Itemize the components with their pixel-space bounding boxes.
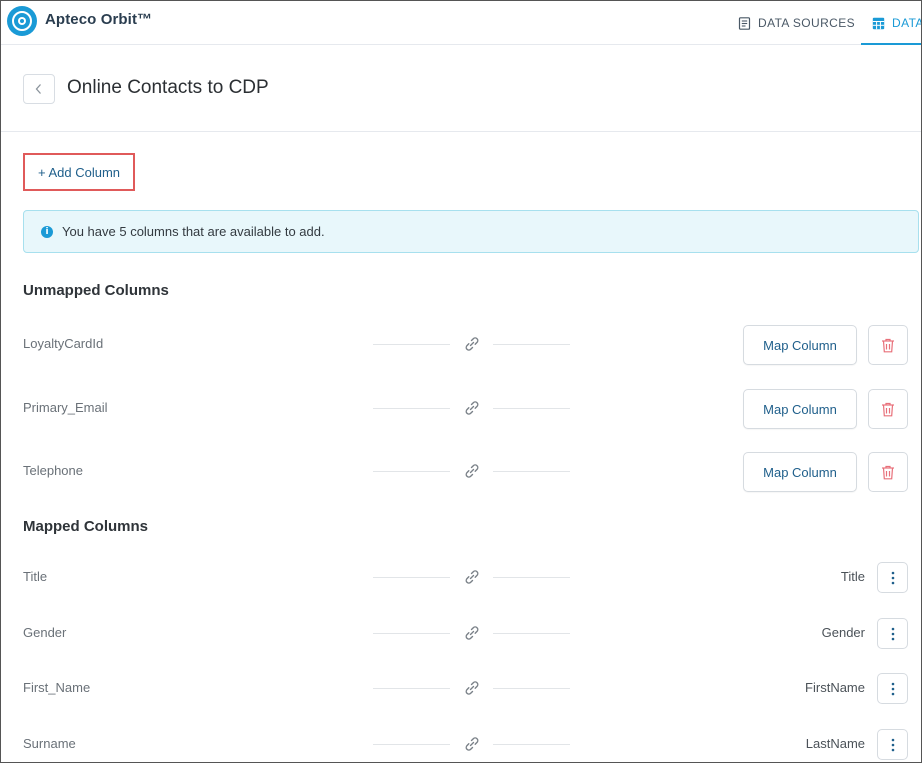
nav-data-sources[interactable]: DATA SOURCES — [738, 1, 855, 45]
map-column-button[interactable]: Map Column — [743, 452, 857, 492]
more-options-button[interactable] — [877, 562, 908, 593]
mapped-target-name: LastName — [805, 736, 865, 751]
column-name: First_Name — [23, 680, 91, 695]
column-name: Title — [23, 569, 48, 584]
column-name: Gender — [23, 625, 67, 640]
link-icon — [462, 461, 482, 481]
link-icon — [462, 734, 482, 754]
kebab-menu-icon — [891, 738, 894, 751]
highlight-box: + Add Column — [23, 153, 135, 191]
apteco-logo-icon[interactable] — [7, 6, 37, 36]
kebab-menu-icon — [891, 627, 894, 640]
connector-line — [493, 633, 570, 634]
app-title: Apteco Orbit™ — [45, 11, 153, 28]
connector-line — [493, 688, 570, 689]
mapped-target-name: Title — [840, 569, 865, 584]
more-options-button[interactable] — [877, 673, 908, 704]
connector-line — [373, 577, 450, 578]
map-column-button[interactable]: Map Column — [743, 389, 857, 429]
link-icon — [462, 678, 482, 698]
link-icon — [462, 334, 482, 354]
document-icon — [738, 16, 751, 30]
page-title: Online Contacts to CDP — [67, 77, 269, 98]
connector-line — [493, 471, 570, 472]
connector-line — [493, 408, 570, 409]
connector-line — [493, 344, 570, 345]
mapped-columns-heading: Mapped Columns — [23, 518, 149, 535]
map-column-button[interactable]: Map Column — [743, 325, 857, 365]
more-options-button[interactable] — [877, 618, 908, 649]
connector-line — [373, 344, 450, 345]
unmapped-columns-heading: Unmapped Columns — [23, 282, 169, 299]
column-name: Surname — [23, 736, 76, 751]
connector-line — [373, 688, 450, 689]
info-alert: i You have 5 columns that are available … — [23, 210, 919, 253]
column-name: Telephone — [23, 463, 83, 478]
alert-message: You have 5 columns that are available to… — [62, 224, 325, 239]
link-icon — [462, 398, 482, 418]
nav-data-label: DATA — [892, 16, 922, 30]
link-icon — [462, 567, 482, 587]
kebab-menu-icon — [891, 682, 894, 695]
top-nav-bar: Apteco Orbit™ DATA SOURCES DATA — [1, 1, 922, 45]
active-tab-indicator — [861, 43, 921, 45]
link-icon — [462, 623, 482, 643]
column-name: Primary_Email — [23, 400, 108, 415]
delete-button[interactable] — [868, 389, 908, 429]
connector-line — [373, 633, 450, 634]
chevron-left-icon — [35, 84, 41, 94]
table-icon — [872, 17, 885, 29]
mapped-target-name: FirstName — [805, 680, 865, 695]
back-button[interactable] — [23, 74, 55, 104]
app-window: Apteco Orbit™ DATA SOURCES DATA Online C… — [0, 0, 922, 763]
connector-line — [373, 744, 450, 745]
mapped-target-name: Gender — [821, 625, 865, 640]
kebab-menu-icon — [891, 571, 894, 584]
trash-icon — [882, 402, 894, 416]
connector-line — [493, 577, 570, 578]
delete-button[interactable] — [868, 452, 908, 492]
connector-line — [373, 471, 450, 472]
trash-icon — [882, 338, 894, 352]
more-options-button[interactable] — [877, 729, 908, 760]
connector-line — [373, 408, 450, 409]
page-header: Online Contacts to CDP — [1, 46, 921, 132]
connector-line — [493, 744, 570, 745]
delete-button[interactable] — [868, 325, 908, 365]
trash-icon — [882, 465, 894, 479]
nav-data-sources-label: DATA SOURCES — [758, 16, 856, 30]
column-name: LoyaltyCardId — [23, 336, 104, 351]
nav-data[interactable]: DATA — [872, 1, 922, 45]
add-column-button[interactable]: + Add Column — [25, 155, 133, 189]
info-icon: i — [41, 225, 53, 238]
